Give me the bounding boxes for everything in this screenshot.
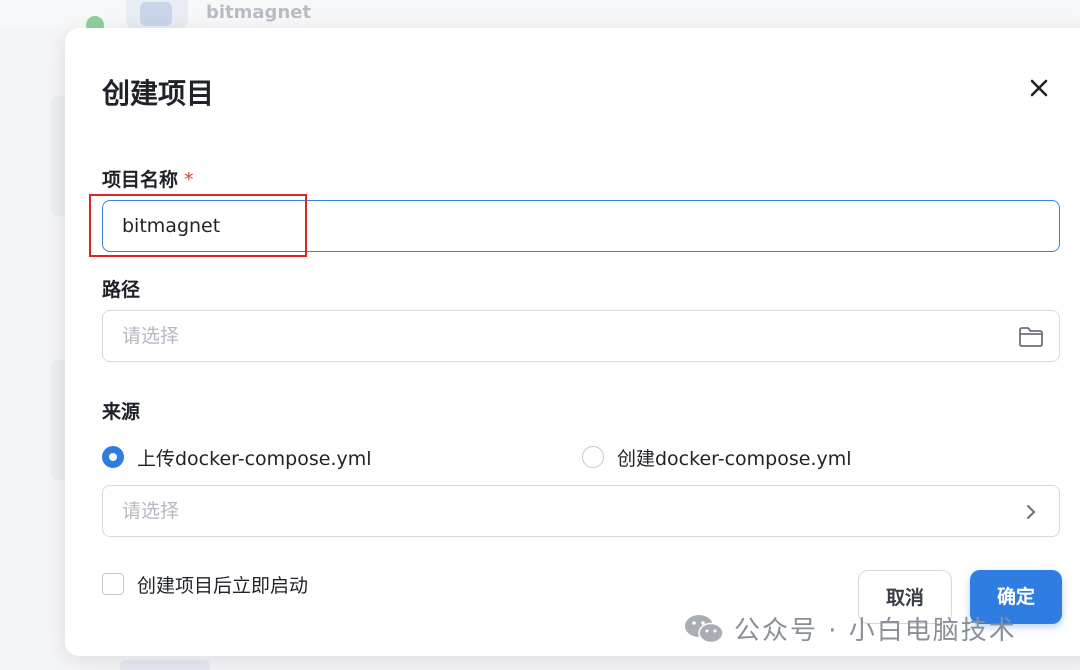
path-label: 路径 bbox=[102, 279, 141, 301]
watermark-text: 公众号 · 小白电脑技术 bbox=[734, 616, 1017, 646]
folder-icon[interactable] bbox=[1017, 323, 1045, 351]
radio-upload[interactable] bbox=[102, 446, 124, 468]
compose-file-placeholder: 请选择 bbox=[122, 500, 180, 522]
compose-file-select[interactable]: 请选择 bbox=[102, 485, 1060, 537]
source-label: 来源 bbox=[102, 401, 141, 423]
autostart-checkbox[interactable] bbox=[102, 573, 124, 595]
path-placeholder: 请选择 bbox=[122, 325, 180, 347]
required-mark: * bbox=[184, 169, 194, 191]
close-button[interactable] bbox=[1025, 74, 1053, 102]
background-card-edge bbox=[120, 660, 210, 670]
background-app-name: bitmagnet bbox=[206, 2, 312, 23]
dialog-title: 创建项目 bbox=[102, 77, 215, 110]
radio-create[interactable] bbox=[582, 446, 604, 468]
chevron-right-icon bbox=[1027, 505, 1035, 519]
app-logo bbox=[126, 0, 188, 30]
path-input[interactable]: 请选择 bbox=[102, 310, 1060, 362]
radio-create-label[interactable]: 创建docker-compose.yml bbox=[617, 444, 852, 471]
autostart-label[interactable]: 创建项目后立即启动 bbox=[137, 571, 308, 598]
radio-upload-label[interactable]: 上传docker-compose.yml bbox=[137, 444, 372, 471]
project-name-label: 项目名称 * bbox=[102, 165, 194, 192]
annotation-highlight-box bbox=[89, 194, 307, 257]
wechat-icon bbox=[685, 615, 724, 644]
create-project-dialog: 创建项目 项目名称 * bitmagnet 路径 请选择 来源 上传docker-… bbox=[65, 28, 1080, 656]
app-logo-icon bbox=[140, 2, 172, 26]
close-icon bbox=[1030, 79, 1048, 97]
project-name-label-text: 项目名称 bbox=[102, 169, 179, 191]
